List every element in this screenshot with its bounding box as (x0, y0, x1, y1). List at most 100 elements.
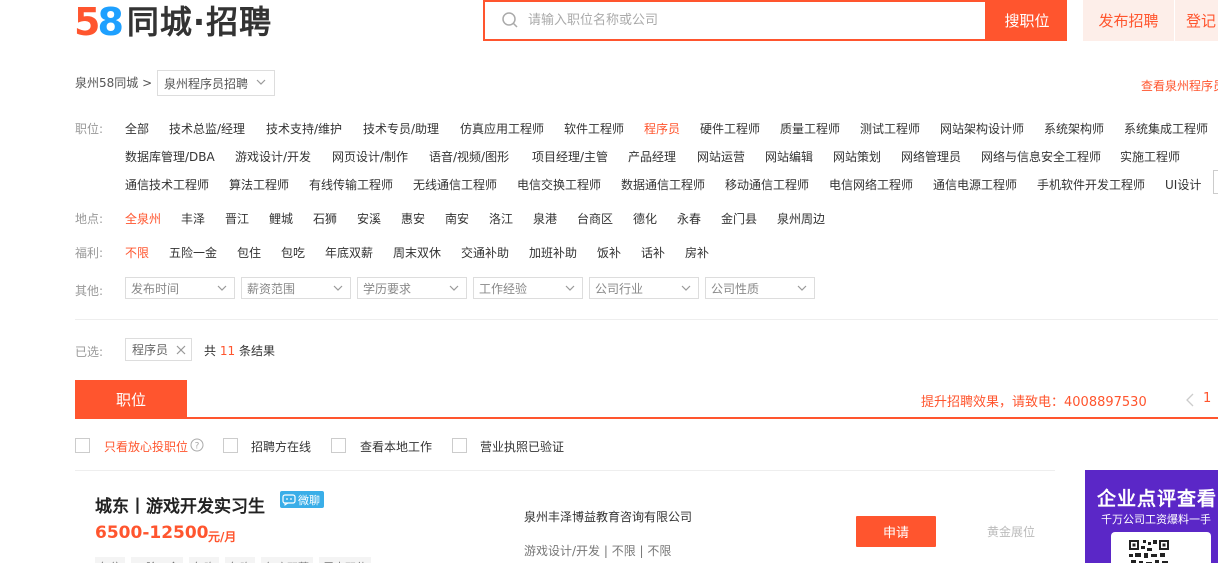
job-title[interactable]: 城东丨游戏开发实习生 (95, 492, 265, 517)
position-filter-item[interactable]: 通信电源工程师 (933, 176, 1017, 193)
checkbox-local-jobs[interactable] (331, 438, 346, 453)
position-filter-item[interactable]: 质量工程师 (780, 120, 840, 137)
chevron-down-icon (565, 285, 575, 291)
position-filter-item[interactable]: 网页设计/制作 (332, 148, 408, 165)
page-number[interactable]: 1 (1203, 391, 1211, 406)
location-filter-item[interactable]: 安溪 (357, 210, 381, 227)
position-filter-item[interactable]: 游戏设计/开发 (235, 148, 311, 165)
location-filter-item[interactable]: 晋江 (225, 210, 249, 227)
apply-button[interactable]: 申请 (856, 516, 936, 547)
location-filter-item[interactable]: 鲤城 (269, 210, 293, 227)
welfare-filter-item[interactable]: 周末双休 (393, 244, 441, 261)
position-filter-item[interactable]: 系统集成工程师 (1124, 120, 1208, 137)
location-filter-item[interactable]: 丰泽 (181, 210, 205, 227)
filter-dropdown[interactable]: 薪资范围 (241, 277, 351, 299)
location-filter-item[interactable]: 南安 (445, 210, 469, 227)
position-filter-item[interactable]: 电信交换工程师 (517, 176, 601, 193)
location-filter-item[interactable]: 永春 (677, 210, 701, 227)
tab-underline (75, 417, 1218, 419)
position-filter-item[interactable]: 技术专员/助理 (363, 120, 439, 137)
position-filter-item[interactable]: 网站编辑 (765, 148, 813, 165)
location-filter-item[interactable]: 台商区 (577, 210, 613, 227)
search-button[interactable]: 搜职位 (987, 0, 1067, 41)
location-filter-item[interactable]: 全泉州 (125, 210, 161, 227)
welfare-filter-item[interactable]: 包住 (237, 244, 261, 261)
company-name[interactable]: 泉州丰泽博益教育咨询有限公司 (524, 508, 692, 525)
post-job-button[interactable]: 发布招聘 (1083, 0, 1174, 41)
logo[interactable]: 58 同城·招聘 (74, 2, 272, 42)
result-count-text: 共 11 条结果 (204, 342, 275, 359)
filter-dropdown[interactable]: 公司行业 (589, 277, 699, 299)
position-filter-item[interactable]: 移动通信工程师 (725, 176, 809, 193)
close-icon[interactable] (176, 345, 186, 355)
position-filter-item[interactable]: 数据通信工程师 (621, 176, 705, 193)
position-filter-item[interactable]: 通信技术工程师 (125, 176, 209, 193)
location-filter-item[interactable]: 金门县 (721, 210, 757, 227)
location-filter-item[interactable]: 洛江 (489, 210, 513, 227)
welfare-filter-item[interactable]: 加班补助 (529, 244, 577, 261)
position-filter-item[interactable]: 技术总监/经理 (169, 120, 245, 137)
checkbox-recruiter-online-label[interactable]: 招聘方在线 (251, 438, 311, 455)
welfare-filter-item[interactable]: 不限 (125, 244, 149, 261)
job-tag: 五险一金 (131, 557, 183, 563)
search-input[interactable] (528, 8, 968, 32)
position-filter-item[interactable]: 技术支持/维护 (266, 120, 342, 137)
position-filter-item[interactable]: 全部 (125, 120, 149, 137)
position-filter-item[interactable]: 系统架构师 (1044, 120, 1104, 137)
position-filter-item[interactable]: 有线传输工程师 (309, 176, 393, 193)
position-filter-item[interactable]: 仿真应用工程师 (460, 120, 544, 137)
position-filter-item[interactable]: 实施工程师 (1120, 148, 1180, 165)
position-filter-item[interactable]: 网站运营 (697, 148, 745, 165)
checkbox-safe-jobs-label[interactable]: 只看放心投职位 (104, 438, 188, 455)
checkbox-license-verified-label[interactable]: 营业执照已验证 (480, 438, 564, 455)
breadcrumb-city[interactable]: 泉州58同城 > (75, 74, 152, 91)
welfare-filter-item[interactable]: 房补 (685, 244, 709, 261)
position-filter-item[interactable]: 数据库管理/DBA (125, 148, 215, 165)
welfare-filter-item[interactable]: 年底双薪 (325, 244, 373, 261)
position-filter-item[interactable]: UI设计 (1165, 176, 1201, 193)
filter-dropdown[interactable]: 公司性质 (705, 277, 815, 299)
help-icon[interactable]: ? (190, 438, 204, 452)
position-filter-item[interactable]: 语音/视频/图形 (429, 148, 509, 165)
filter-dropdown[interactable]: 工作经验 (473, 277, 583, 299)
welfare-filter-item[interactable]: 话补 (641, 244, 665, 261)
filter-dropdown[interactable]: 发布时间 (125, 277, 235, 299)
location-filter-item[interactable]: 惠安 (401, 210, 425, 227)
welfare-filter-item[interactable]: 包吃 (281, 244, 305, 261)
position-filter-item[interactable]: 网络管理员 (901, 148, 961, 165)
company-review-ad[interactable]: 企业点评查看 千万公司工资爆料一手 (1085, 470, 1218, 563)
position-filter-item[interactable]: 测试工程师 (860, 120, 920, 137)
checkbox-safe-jobs[interactable] (75, 438, 90, 453)
position-filter-item[interactable]: 软件工程师 (564, 120, 624, 137)
location-filter-item[interactable]: 德化 (633, 210, 657, 227)
filter-dropdown[interactable]: 学历要求 (357, 277, 467, 299)
position-filter-item[interactable]: 网站策划 (833, 148, 881, 165)
location-filter-item[interactable]: 石狮 (313, 210, 337, 227)
position-filter-item[interactable]: 电信网络工程师 (829, 176, 913, 193)
login-button[interactable]: 登记 (1175, 0, 1218, 41)
wechat-badge[interactable]: 微聊 (280, 491, 324, 508)
checkbox-local-jobs-label[interactable]: 查看本地工作 (360, 438, 432, 455)
position-filter-item[interactable]: 产品经理 (628, 148, 676, 165)
position-filter-item[interactable]: 项目经理/主管 (532, 148, 608, 165)
position-filter-item[interactable]: 程序员 (644, 120, 680, 137)
view-more-link[interactable]: 查看泉州程序员 (1141, 77, 1218, 94)
tab-positions[interactable]: 职位 (75, 380, 187, 419)
position-filter-item[interactable]: 网站架构设计师 (940, 120, 1024, 137)
position-filter-item[interactable]: 硬件工程师 (700, 120, 760, 137)
breadcrumb-category-select[interactable]: 泉州程序员招聘 (157, 70, 275, 96)
chevron-left-icon[interactable] (1184, 392, 1196, 408)
selected-tag[interactable]: 程序员 (125, 338, 192, 361)
position-filter-item[interactable]: 手机软件开发工程师 (1037, 176, 1145, 193)
checkbox-recruiter-online[interactable] (223, 438, 238, 453)
position-filter-item[interactable]: 无线通信工程师 (413, 176, 497, 193)
position-filter-item[interactable]: 网络与信息安全工程师 (981, 148, 1101, 165)
welfare-filter-item[interactable]: 饭补 (597, 244, 621, 261)
welfare-filter-item[interactable]: 交通补助 (461, 244, 509, 261)
location-filter-item[interactable]: 泉港 (533, 210, 557, 227)
more-positions-button[interactable] (1213, 170, 1218, 194)
welfare-filter-item[interactable]: 五险一金 (169, 244, 217, 261)
checkbox-license-verified[interactable] (452, 438, 467, 453)
position-filter-item[interactable]: 算法工程师 (229, 176, 289, 193)
location-filter-item[interactable]: 泉州周边 (777, 210, 825, 227)
